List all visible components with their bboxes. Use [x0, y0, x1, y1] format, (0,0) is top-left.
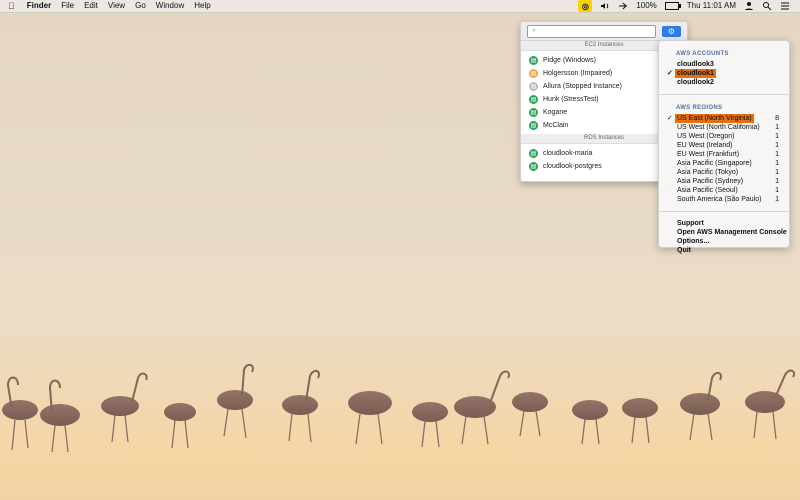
account-label: cloudlook2 — [677, 79, 714, 86]
region-item[interactable]: US West (Oregon) 1 — [659, 132, 789, 141]
user-icon[interactable] — [744, 1, 754, 11]
aws-context-menu: AWS ACCOUNTS cloudlook3 ✓ cloudlook1 clo… — [658, 40, 790, 254]
region-count: 1 — [775, 142, 779, 149]
region-label: Asia Pacific (Seoul) — [677, 187, 738, 194]
region-item[interactable]: Asia Pacific (Tokyo) 1 — [659, 168, 789, 177]
cloudlook-status-icon[interactable]: ◎ — [578, 0, 593, 12]
account-label: cloudlook1 — [675, 69, 716, 78]
instance-label: Pidge (Windows) — [543, 57, 596, 64]
region-item[interactable]: EU West (Frankfurt) 1 — [659, 150, 789, 159]
menu-window[interactable]: Window — [156, 0, 184, 12]
account-item[interactable]: cloudlook3 — [659, 60, 789, 69]
volume-icon[interactable] — [600, 1, 610, 11]
region-label: Asia Pacific (Sydney) — [677, 178, 744, 185]
region-count: 1 — [775, 151, 779, 158]
spotlight-search-icon[interactable] — [762, 1, 772, 11]
gear-icon: ⚙ — [667, 26, 676, 36]
region-label: EU West (Frankfurt) — [677, 151, 740, 158]
region-count: 1 — [775, 196, 779, 203]
flamingos-background — [0, 364, 800, 500]
instance-label: Allura (Stopped Instance) — [543, 83, 622, 90]
menu-action-label: Quit — [677, 247, 691, 254]
apple-icon[interactable]:  — [8, 1, 15, 11]
region-label: Asia Pacific (Tokyo) — [677, 169, 739, 176]
menu-action-label: Open AWS Management Console — [677, 229, 787, 236]
account-label: cloudlook3 — [677, 61, 714, 68]
support-item[interactable]: Support — [659, 219, 789, 228]
region-label: South America (São Paulo) — [677, 196, 762, 203]
search-input[interactable]: ⌕ — [527, 24, 656, 38]
region-count: 1 — [775, 178, 779, 185]
region-count: 8 — [775, 115, 779, 122]
region-label: US West (North California) — [677, 124, 760, 131]
region-item[interactable]: Asia Pacific (Seoul) 1 — [659, 186, 789, 195]
aws-accounts-title: AWS ACCOUNTS — [676, 51, 729, 57]
region-count: 1 — [775, 160, 779, 167]
region-label: US West (Oregon) — [677, 133, 735, 140]
check-icon: ✓ — [667, 70, 673, 77]
region-label: Asia Pacific (Singapore) — [677, 160, 752, 167]
notification-center-icon[interactable] — [780, 1, 790, 11]
instance-label: Hunk (StressTest) — [543, 96, 599, 103]
menu-action-label: Options... — [677, 238, 710, 245]
menu-action-label: Support — [677, 220, 704, 227]
menu-go[interactable]: Go — [135, 0, 146, 12]
region-count: 1 — [775, 187, 779, 194]
instance-label: cloudlook-maria — [543, 150, 593, 157]
popover-toolbar: ⌕ ⚙ — [521, 22, 687, 41]
region-count: 1 — [775, 133, 779, 140]
battery-icon[interactable] — [664, 2, 681, 10]
search-icon: ⌕ — [532, 27, 536, 34]
region-item[interactable]: Asia Pacific (Singapore) 1 — [659, 159, 789, 168]
menu-separator — [659, 211, 789, 212]
menu-bar:  Finder File Edit View Go Window Help ◎… — [0, 0, 800, 13]
instance-label: cloudlook-postgres — [543, 163, 602, 170]
open-console-item[interactable]: Open AWS Management Console — [659, 228, 789, 237]
instance-status-icon: ▤ — [529, 82, 538, 91]
options-item[interactable]: Options... — [659, 237, 789, 246]
instance-label: Kogane — [543, 109, 568, 116]
menu-file[interactable]: File — [61, 0, 74, 12]
database-status-icon: ▤ — [529, 162, 538, 171]
menu-finder[interactable]: Finder — [27, 0, 51, 12]
region-item[interactable]: EU West (Ireland) 1 — [659, 141, 789, 150]
account-item-selected[interactable]: ✓ cloudlook1 — [659, 69, 789, 78]
region-count: 1 — [775, 169, 779, 176]
instance-status-icon: ▤ — [529, 121, 538, 130]
database-status-icon: ▤ — [529, 149, 538, 158]
instance-status-icon: ▤ — [529, 69, 538, 78]
clock[interactable]: Thu 11:01 AM — [687, 0, 736, 12]
instance-status-icon: ▤ — [529, 56, 538, 65]
battery-percent[interactable]: 100% — [636, 0, 656, 12]
instance-label: McClain — [543, 122, 569, 129]
menu-edit[interactable]: Edit — [84, 0, 98, 12]
region-item[interactable]: US West (North California) 1 — [659, 123, 789, 132]
settings-button[interactable]: ⚙ — [662, 25, 681, 37]
region-item-selected[interactable]: ✓ US East (North Virginia) 8 — [659, 114, 789, 123]
instance-label: Holgersson (Impaired) — [543, 70, 613, 77]
account-item[interactable]: cloudlook2 — [659, 78, 789, 87]
instance-status-icon: ▤ — [529, 108, 538, 117]
region-count: 1 — [775, 124, 779, 131]
bluetooth-like-icon[interactable] — [618, 1, 628, 11]
region-label: US East (North Virginia) — [675, 114, 754, 123]
check-icon: ✓ — [667, 115, 673, 122]
menu-bar-right: ◎ 100% Thu 11:01 AM — [578, 0, 790, 12]
menu-separator — [659, 94, 789, 95]
quit-item[interactable]: Quit — [659, 246, 789, 255]
instance-status-icon: ▤ — [529, 95, 538, 104]
menu-view[interactable]: View — [108, 0, 125, 12]
menu-bar-left:  Finder File Edit View Go Window Help — [0, 0, 221, 12]
region-item[interactable]: Asia Pacific (Sydney) 1 — [659, 177, 789, 186]
menu-help[interactable]: Help — [194, 0, 210, 12]
region-label: EU West (Ireland) — [677, 142, 733, 149]
aws-regions-title: AWS REGIONS — [676, 105, 723, 111]
region-item[interactable]: South America (São Paulo) 1 — [659, 195, 789, 204]
